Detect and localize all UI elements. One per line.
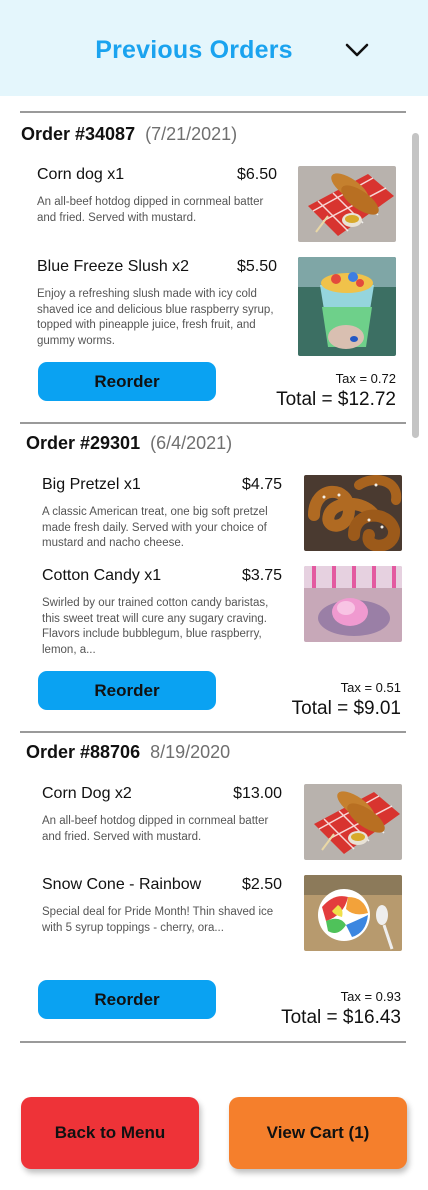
order-total: Total = $9.01	[291, 698, 401, 719]
order-number: Order #34087	[21, 124, 136, 144]
slush-image	[298, 257, 396, 356]
order-total: Total = $16.43	[281, 1007, 401, 1028]
order-number: Order #29301	[26, 433, 141, 453]
item-name: Big Pretzel x1	[42, 476, 141, 493]
item-description: An all-beef hotdog dipped in cornmeal ba…	[37, 196, 264, 224]
order-total: Total = $12.72	[276, 389, 396, 410]
item-name: Blue Freeze Slush x2	[37, 258, 190, 275]
divider	[20, 111, 406, 113]
view-cart-button[interactable]: View Cart (1)	[229, 1097, 407, 1169]
reorder-button[interactable]: Reorder	[38, 671, 216, 710]
order-header: Order #29301 (6/4/2021)	[26, 433, 232, 454]
pretzel-image	[304, 475, 402, 551]
item-price: $6.50	[236, 166, 277, 183]
divider	[20, 1041, 406, 1043]
item-description: A classic American treat, one big soft p…	[42, 506, 268, 549]
tax-amount: Tax = 0.72	[335, 371, 396, 386]
back-to-menu-button[interactable]: Back to Menu	[21, 1097, 199, 1169]
item-description: Swirled by our trained cotton candy bari…	[42, 597, 269, 656]
tax-amount: Tax = 0.93	[340, 989, 401, 1004]
order-header: Order #34087 (7/21/2021)	[21, 124, 237, 145]
item-price: $3.75	[241, 567, 282, 584]
item-name: Corn dog x1	[37, 166, 125, 183]
order-header: Order #88706 8/19/2020	[26, 742, 230, 763]
item-price: $2.50	[241, 876, 282, 893]
item-price: $13.00	[233, 785, 282, 802]
divider	[20, 422, 406, 424]
corn-dog-image	[298, 166, 396, 242]
reorder-button[interactable]: Reorder	[38, 362, 216, 401]
item-name: Cotton Candy x1	[42, 567, 162, 584]
header-bar: Previous Orders	[0, 0, 428, 96]
item-price: $4.75	[241, 476, 282, 493]
cotton-candy-image	[304, 566, 402, 642]
order-number: Order #88706	[26, 742, 141, 762]
item-name: Snow Cone - Rainbow	[42, 876, 202, 893]
tax-amount: Tax = 0.51	[340, 680, 401, 695]
item-price: $5.50	[236, 258, 277, 275]
reorder-button[interactable]: Reorder	[38, 980, 216, 1019]
order-date: 8/19/2020	[150, 742, 231, 762]
chevron-down-icon[interactable]	[344, 40, 370, 60]
snow-cone-image	[304, 875, 402, 951]
page-title: Previous Orders	[95, 36, 293, 64]
item-description: Enjoy a refreshing slush made with icy c…	[37, 288, 274, 347]
item-name: Corn Dog x2	[42, 785, 132, 802]
corn-dog-image	[304, 784, 402, 860]
item-description: Special deal for Pride Month! Thin shave…	[42, 906, 274, 934]
divider	[20, 731, 406, 733]
item-description: An all-beef hotdog dipped in cornmeal ba…	[42, 815, 269, 843]
scrollbar[interactable]	[412, 133, 419, 438]
order-date: (7/21/2021)	[145, 124, 238, 144]
order-date: (6/4/2021)	[150, 433, 233, 453]
